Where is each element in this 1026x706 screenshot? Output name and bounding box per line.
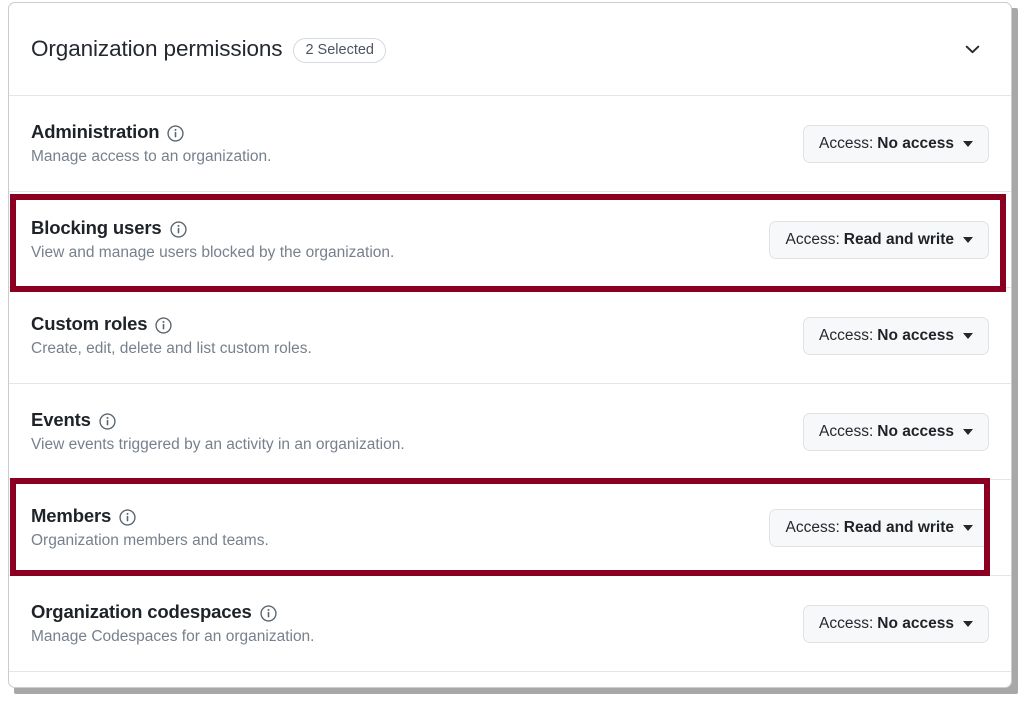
access-dropdown-members[interactable]: Access: Read and write bbox=[769, 509, 989, 547]
access-selected-value: No access bbox=[877, 423, 954, 441]
row-title-line: Blocking users bbox=[31, 217, 394, 239]
row-text-block: Custom roles Create, edit, delete and li… bbox=[31, 313, 312, 358]
permission-description: Create, edit, delete and list custom rol… bbox=[31, 340, 312, 358]
access-selected-value: Read and write bbox=[844, 519, 954, 537]
permission-description: Organization members and teams. bbox=[31, 532, 269, 550]
permission-description: View events triggered by an activity in … bbox=[31, 436, 405, 454]
access-prefix-label: Access: bbox=[785, 519, 839, 537]
info-icon[interactable] bbox=[155, 317, 172, 334]
access-prefix-label: Access: bbox=[785, 231, 839, 249]
permission-row-administration[interactable]: Administration Manage access to an organ… bbox=[9, 96, 1011, 192]
permission-row-blocking-users[interactable]: Blocking users View and manage users blo… bbox=[9, 192, 1011, 288]
access-dropdown-events[interactable]: Access: No access bbox=[803, 413, 989, 451]
permission-description: Manage access to an organization. bbox=[31, 148, 271, 166]
access-dropdown-custom-roles[interactable]: Access: No access bbox=[803, 317, 989, 355]
access-selected-value: No access bbox=[877, 615, 954, 633]
info-icon[interactable] bbox=[170, 221, 187, 238]
chevron-down-icon bbox=[963, 525, 973, 531]
row-text-block: Blocking users View and manage users blo… bbox=[31, 217, 394, 262]
chevron-down-icon bbox=[965, 45, 980, 54]
access-prefix-label: Access: bbox=[819, 615, 873, 633]
organization-permissions-panel: Organization permissions 2 Selected Admi… bbox=[8, 2, 1012, 688]
access-dropdown-blocking-users[interactable]: Access: Read and write bbox=[769, 221, 989, 259]
row-text-block: Organization codespaces Manage Codespace… bbox=[31, 601, 315, 646]
chevron-down-icon bbox=[963, 237, 973, 243]
permission-title: Members bbox=[31, 505, 111, 527]
permission-title: Events bbox=[31, 409, 91, 431]
access-selected-value: No access bbox=[877, 135, 954, 153]
permission-description: View and manage users blocked by the org… bbox=[31, 244, 394, 262]
page-title: Organization permissions bbox=[31, 36, 282, 62]
permission-description: Manage Codespaces for an organization. bbox=[31, 628, 315, 646]
collapse-section-button[interactable] bbox=[955, 32, 989, 66]
info-icon[interactable] bbox=[167, 125, 184, 142]
row-text-block: Members Organization members and teams. bbox=[31, 505, 269, 550]
panel-header: Organization permissions 2 Selected bbox=[9, 3, 1011, 96]
info-icon[interactable] bbox=[99, 413, 116, 430]
permission-row-events[interactable]: Events View events triggered by an activ… bbox=[9, 384, 1011, 480]
row-title-line: Organization codespaces bbox=[31, 601, 315, 623]
permission-title: Custom roles bbox=[31, 313, 147, 335]
permission-row-organization-codespaces[interactable]: Organization codespaces Manage Codespace… bbox=[9, 576, 1011, 672]
access-prefix-label: Access: bbox=[819, 327, 873, 345]
access-dropdown-organization-codespaces[interactable]: Access: No access bbox=[803, 605, 989, 643]
access-prefix-label: Access: bbox=[819, 423, 873, 441]
permission-title: Organization codespaces bbox=[31, 601, 252, 623]
next-row-partial bbox=[9, 672, 1011, 688]
row-text-block: Events View events triggered by an activ… bbox=[31, 409, 405, 454]
permission-title: Blocking users bbox=[31, 217, 162, 239]
row-title-line: Events bbox=[31, 409, 405, 431]
access-selected-value: No access bbox=[877, 327, 954, 345]
info-icon[interactable] bbox=[260, 605, 277, 622]
chevron-down-icon bbox=[963, 429, 973, 435]
info-icon[interactable] bbox=[119, 509, 136, 526]
access-prefix-label: Access: bbox=[819, 135, 873, 153]
permission-row-members[interactable]: Members Organization members and teams. … bbox=[9, 480, 1011, 576]
permission-row-custom-roles[interactable]: Custom roles Create, edit, delete and li… bbox=[9, 288, 1011, 384]
chevron-down-icon bbox=[963, 621, 973, 627]
chevron-down-icon bbox=[963, 333, 973, 339]
access-selected-value: Read and write bbox=[844, 231, 954, 249]
chevron-down-icon bbox=[963, 141, 973, 147]
access-dropdown-administration[interactable]: Access: No access bbox=[803, 125, 989, 163]
row-title-line: Custom roles bbox=[31, 313, 312, 335]
row-title-line: Administration bbox=[31, 121, 271, 143]
status-badge: 2 Selected bbox=[293, 38, 386, 63]
row-title-line: Members bbox=[31, 505, 269, 527]
row-text-block: Administration Manage access to an organ… bbox=[31, 121, 271, 166]
permission-title: Administration bbox=[31, 121, 159, 143]
